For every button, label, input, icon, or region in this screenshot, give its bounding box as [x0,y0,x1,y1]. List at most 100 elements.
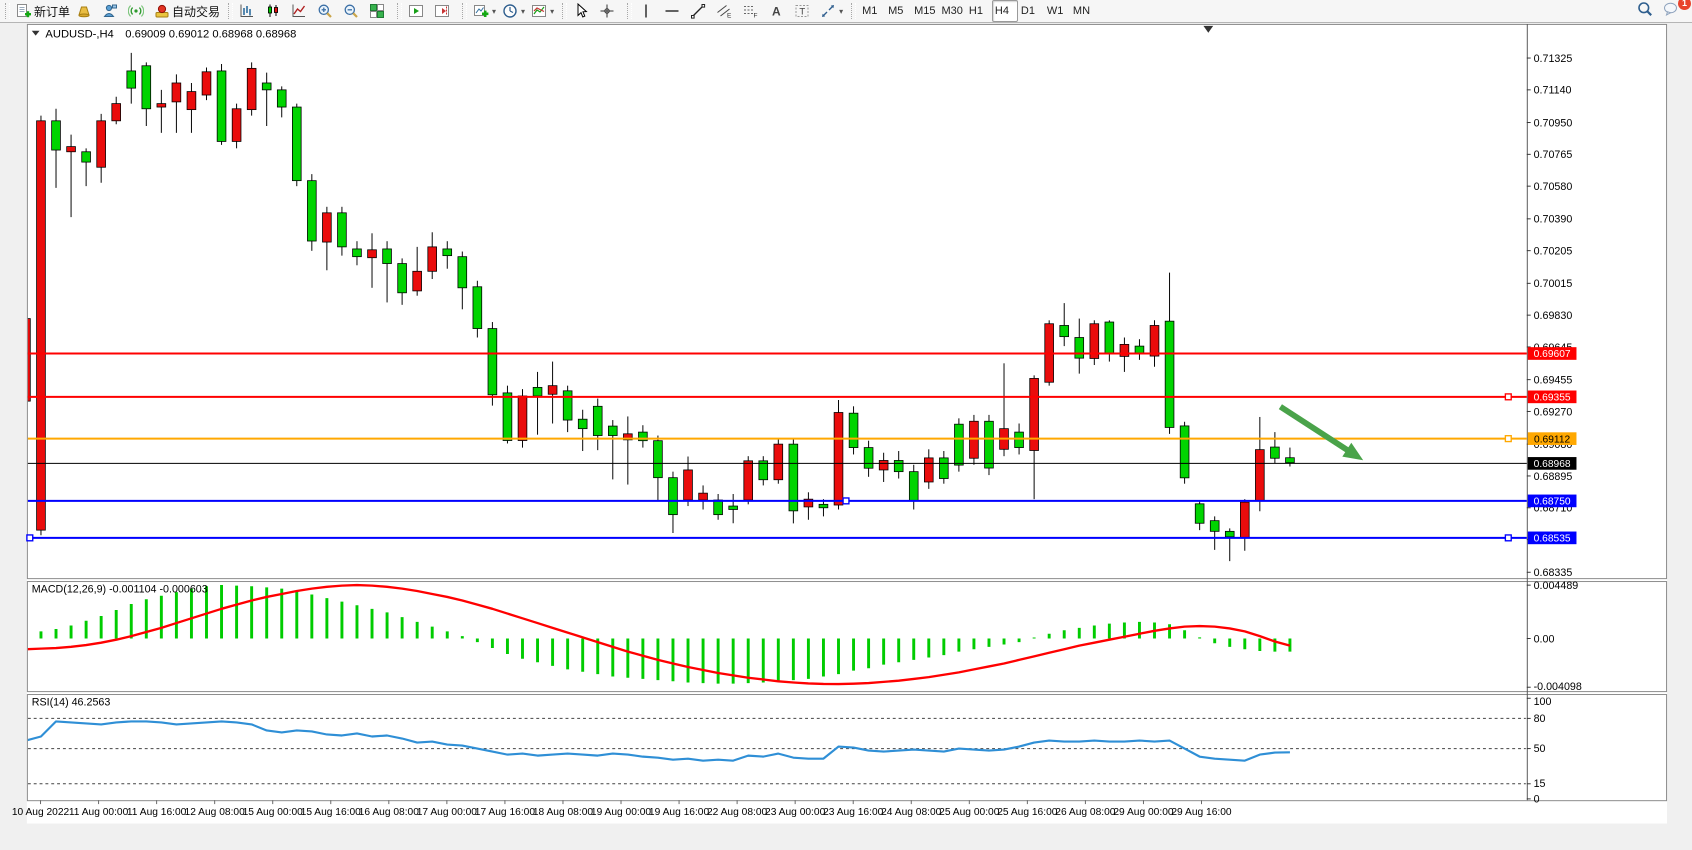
profiles-button[interactable] [73,0,99,22]
tf-w1-button-label: W1 [1047,5,1064,17]
community-icon [102,3,118,19]
rsi-label: RSI(14) 46.2563 [32,697,111,709]
periods-button[interactable]: ▾ [499,0,528,22]
toolbar-separator [851,3,856,19]
svg-text:11 Aug 16:00: 11 Aug 16:00 [127,807,187,818]
hline-handle[interactable] [27,535,33,541]
chart-line-icon [291,3,307,19]
new-order-button[interactable]: 新订单 [13,0,73,22]
toolbar-separator [562,3,567,19]
tf-h1-button[interactable]: H1 [966,0,992,22]
search-button[interactable] [1634,0,1660,22]
svg-text:15: 15 [1534,778,1546,790]
label-t-icon: T [794,3,810,19]
toolbar-separator [627,3,632,19]
indicators-button[interactable]: ▾ [470,0,499,22]
crosshair-icon [599,3,615,19]
svg-text:0.68968: 0.68968 [1534,459,1571,470]
svg-text:-0.004098: -0.004098 [1534,681,1582,693]
horizontal-line-button[interactable] [661,0,687,22]
tf-d1-button[interactable]: D1 [1018,0,1044,22]
equidistant-channel-button[interactable]: E [713,0,739,22]
svg-text:0.70765: 0.70765 [1534,149,1573,161]
text-button[interactable]: A [765,0,791,22]
tf-m30-button[interactable]: M30 [939,0,966,22]
svg-text:E: E [727,13,732,20]
tile-windows-button[interactable] [366,0,392,22]
templates-button[interactable]: ▾ [528,0,557,22]
svg-text:24 Aug 08:00: 24 Aug 08:00 [881,807,942,818]
tf-m5-button[interactable]: M5 [885,0,911,22]
arrows-button[interactable]: ▾ [817,0,846,22]
crosshair-button[interactable] [596,0,622,22]
new-order-icon [16,3,32,19]
cursor-icon [573,3,589,19]
bar-chart-button[interactable] [236,0,262,22]
signals-button[interactable] [125,0,151,22]
cursor-button[interactable] [570,0,596,22]
chart-bars-icon [239,3,255,19]
svg-text:17 Aug 16:00: 17 Aug 16:00 [475,807,536,818]
tf-m15-button-label: M15 [914,5,935,17]
chart-shift-button[interactable] [431,0,457,22]
zoom-out-icon [343,3,359,19]
auto-scroll-button[interactable] [405,0,431,22]
svg-text:T: T [799,7,805,18]
toolbar-separator [397,3,402,19]
dropdown-arrow-icon: ▾ [550,7,554,16]
svg-text:29 Aug 16:00: 29 Aug 16:00 [1171,807,1232,818]
chart-canvas[interactable]: 0.713250.711400.709500.707650.705800.703… [0,22,1692,845]
hline-handle[interactable] [843,498,849,504]
shapes-icon [820,3,836,19]
trendline-button[interactable] [687,0,713,22]
hline-icon [664,3,680,19]
hline-handle[interactable] [1505,436,1511,442]
svg-text:0.68895: 0.68895 [1534,471,1573,483]
chat-button[interactable]: 1 [1660,0,1686,22]
chart-window[interactable]: 0.713250.711400.709500.707650.705800.703… [0,22,1692,845]
autotrading-button[interactable]: 自动交易 [151,0,223,22]
tf-m15-button[interactable]: M15 [911,0,938,22]
chart-title: AUDUSD-,H40.69009 0.69012 0.68968 0.6896… [32,29,297,41]
candlestick-chart-button[interactable] [262,0,288,22]
svg-text:23 Aug 16:00: 23 Aug 16:00 [823,807,884,818]
svg-text:0.70950: 0.70950 [1534,117,1573,129]
svg-text:19 Aug 16:00: 19 Aug 16:00 [649,807,710,818]
svg-text:F: F [754,13,758,20]
hline-handle[interactable] [1505,394,1511,400]
trendline-icon [690,3,706,19]
tf-h4-button-label: H4 [995,5,1009,17]
svg-text:16 Aug 08:00: 16 Aug 08:00 [359,807,420,818]
new-order-button-label: 新订单 [34,3,70,20]
tf-m1-button[interactable]: M1 [859,0,885,22]
chart-candles-icon [265,3,281,19]
autotrading-button-label: 自动交易 [172,3,220,20]
tf-m1-button-label: M1 [862,5,877,17]
svg-text:0.70205: 0.70205 [1534,246,1573,258]
hline-handle[interactable] [1505,535,1511,541]
vertical-line-button[interactable] [635,0,661,22]
tf-mn-button-label: MN [1073,5,1090,17]
dropdown-arrow-icon: ▾ [839,7,843,16]
svg-text:0.69607: 0.69607 [1534,349,1571,360]
chart-shift-icon [434,3,450,19]
svg-text:15 Aug 00:00: 15 Aug 00:00 [243,807,304,818]
svg-text:0.69112: 0.69112 [1534,434,1570,445]
notification-badge: 1 [1678,0,1691,10]
tf-h4-button[interactable]: H4 [992,0,1018,22]
svg-text:23 Aug 00:00: 23 Aug 00:00 [765,807,826,818]
svg-text:0.69355: 0.69355 [1534,393,1571,404]
tf-mn-button[interactable]: MN [1070,0,1096,22]
zoom-in-button[interactable] [314,0,340,22]
fibonacci-button[interactable]: F [739,0,765,22]
profiles-icon [76,3,92,19]
symbol-label: AUDUSD-,H4 [45,29,113,41]
zoom-out-button[interactable] [340,0,366,22]
tf-w1-button[interactable]: W1 [1044,0,1070,22]
line-chart-button[interactable] [288,0,314,22]
label-button[interactable]: T [791,0,817,22]
community-button[interactable] [99,0,125,22]
price-badge-0.69112: 0.69112 [1528,432,1577,445]
price-badge-0.68968: 0.68968 [1528,457,1577,470]
svg-text:26 Aug 08:00: 26 Aug 08:00 [1055,807,1116,818]
